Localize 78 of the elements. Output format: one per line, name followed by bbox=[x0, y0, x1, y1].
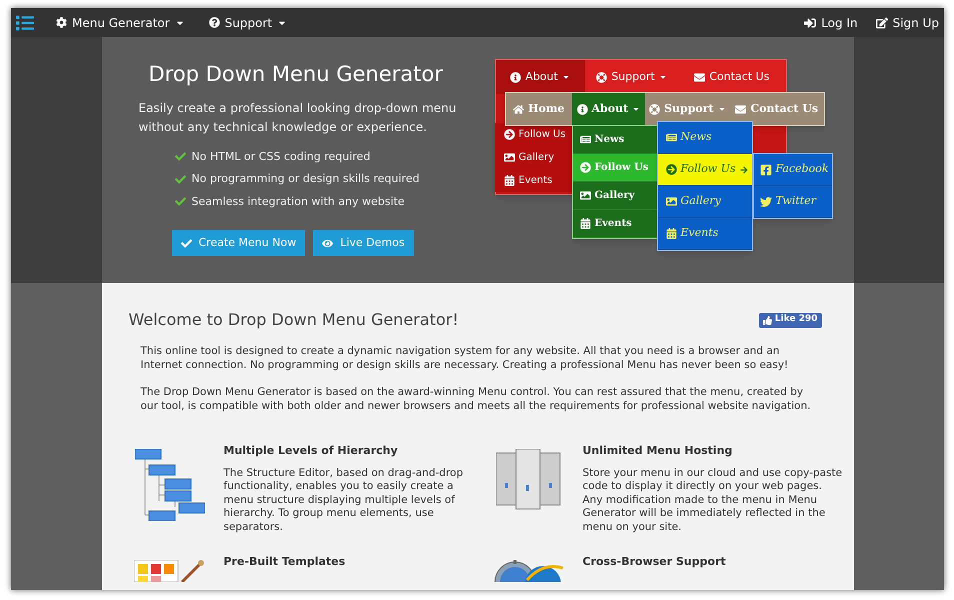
button-icon bbox=[322, 238, 334, 248]
menu-item-icon bbox=[735, 104, 746, 114]
feature-description: Store your menu in our cloud and use copy-paste code to display it directly on your web pages. Any modification made to the menu in Menu Generator will be immediately reflected in the menu on your site. bbox=[582, 466, 844, 534]
feature-title: Pre-Built Templates bbox=[224, 554, 346, 570]
feature-title: Cross-Browser Support bbox=[582, 554, 726, 570]
menu-item[interactable]: Home bbox=[506, 93, 572, 125]
nav-link[interactable]: Log In bbox=[804, 14, 858, 32]
hero-button[interactable]: Live Demos bbox=[313, 230, 414, 256]
feature-description: The Structure Editor, based on drag-and-drop functionality, enables you to easily create a menu structure displaying multiple levels of hierarchy. To group menu elements, use separators. bbox=[224, 466, 464, 534]
menu-item-icon bbox=[666, 196, 676, 207]
menu-item-icon bbox=[504, 152, 514, 163]
menu-item-icon bbox=[513, 104, 524, 114]
nav-link[interactable]: Sign Up bbox=[876, 14, 939, 32]
menu-item-icon bbox=[504, 129, 514, 140]
dropdown-item[interactable]: Events bbox=[658, 218, 752, 250]
intro-paragraph: This online tool is designed to create a dynamic navigation system for any website. All that you need is a browser and an Internet connection. No programming or design skills are necessary. Creating a professional Menu has never been so easy! bbox=[140, 344, 790, 372]
menu-item-icon bbox=[580, 218, 590, 229]
dropdown-item[interactable]: News bbox=[658, 122, 752, 154]
dropdown-item[interactable]: Events bbox=[572, 210, 656, 238]
caret-icon bbox=[632, 105, 640, 113]
nav-icon bbox=[208, 17, 220, 28]
menu-item-icon bbox=[666, 228, 676, 239]
servers-drawing bbox=[496, 449, 562, 511]
menu-item-icon bbox=[760, 164, 772, 176]
menu-item-icon bbox=[649, 104, 660, 114]
feature-text: No programming or design skills required bbox=[192, 171, 420, 187]
caret-icon bbox=[718, 105, 726, 113]
caret-icon bbox=[658, 73, 667, 81]
like-button[interactable]: Like 290 bbox=[758, 312, 822, 328]
button-icon bbox=[180, 238, 192, 248]
menu-item[interactable]: About bbox=[572, 93, 645, 125]
dropdown-item[interactable]: News bbox=[572, 126, 656, 154]
nav-icon bbox=[56, 17, 67, 28]
hierarchy-drawing bbox=[134, 449, 204, 521]
menu-item-icon bbox=[666, 132, 676, 143]
dropdown-item[interactable]: Gallery bbox=[658, 186, 752, 218]
check-icon bbox=[174, 151, 186, 162]
dropdown-item[interactable]: Twitter bbox=[754, 186, 832, 218]
menu-item[interactable]: Contact Us bbox=[730, 93, 824, 125]
welcome-title: Welcome to Drop Down Menu Generator! bbox=[128, 309, 459, 331]
templates-drawing bbox=[134, 560, 206, 582]
menu-item-icon bbox=[580, 162, 590, 173]
hero-subtitle: Easily create a professional looking drop-down menu without any technical knowledge or experience. bbox=[138, 100, 458, 136]
intro-paragraph: The Drop Down Menu Generator is based on the award-winning Menu control. You can rest assured that the menu, created by our tool, is compatible with both older and newer browsers and meets all the requirements for professional website navigation. bbox=[140, 385, 812, 413]
logo-icon bbox=[16, 14, 34, 32]
dropdown-item[interactable]: Facebook bbox=[754, 154, 832, 186]
dropdown-item[interactable]: Gallery bbox=[494, 146, 572, 169]
menu-item-icon bbox=[580, 190, 590, 201]
feature-title: Multiple Levels of Hierarchy bbox=[224, 443, 399, 459]
check-icon bbox=[174, 174, 186, 185]
arrow-icon bbox=[740, 166, 748, 174]
menu-item-icon bbox=[596, 72, 608, 82]
dropdown-item[interactable]: Gallery bbox=[572, 182, 656, 210]
nav-menu[interactable]: Support bbox=[208, 14, 288, 32]
menu-item-icon bbox=[694, 72, 706, 82]
browsers-drawing bbox=[492, 560, 564, 582]
feature-text: No HTML or CSS coding required bbox=[192, 148, 370, 164]
hero-title: Drop Down Menu Generator bbox=[148, 61, 444, 88]
menu-item-icon bbox=[510, 72, 522, 82]
feature-text: Seamless integration with any website bbox=[192, 194, 405, 210]
menu-item-icon bbox=[504, 175, 514, 186]
menu-item[interactable]: Contact Us bbox=[678, 60, 786, 94]
nav-icon bbox=[876, 16, 888, 28]
dropdown-item[interactable]: Events bbox=[494, 169, 572, 192]
menu-item-icon bbox=[580, 134, 590, 145]
caret-icon bbox=[562, 73, 570, 81]
menu-item[interactable]: Support bbox=[584, 60, 678, 94]
hero-button[interactable]: Create Menu Now bbox=[172, 230, 306, 256]
nav-menu[interactable]: Menu Generator bbox=[56, 14, 185, 32]
menu-item-icon bbox=[576, 104, 588, 114]
thumbs-up-icon bbox=[762, 316, 772, 324]
feature-title: Unlimited Menu Hosting bbox=[582, 443, 734, 459]
nav-icon bbox=[804, 16, 816, 28]
menu-item-icon bbox=[760, 196, 772, 208]
menu-item-icon bbox=[666, 164, 676, 175]
menu-item[interactable]: About bbox=[496, 60, 585, 94]
dropdown-item[interactable]: Follow Us bbox=[658, 154, 752, 186]
check-icon bbox=[174, 196, 186, 208]
